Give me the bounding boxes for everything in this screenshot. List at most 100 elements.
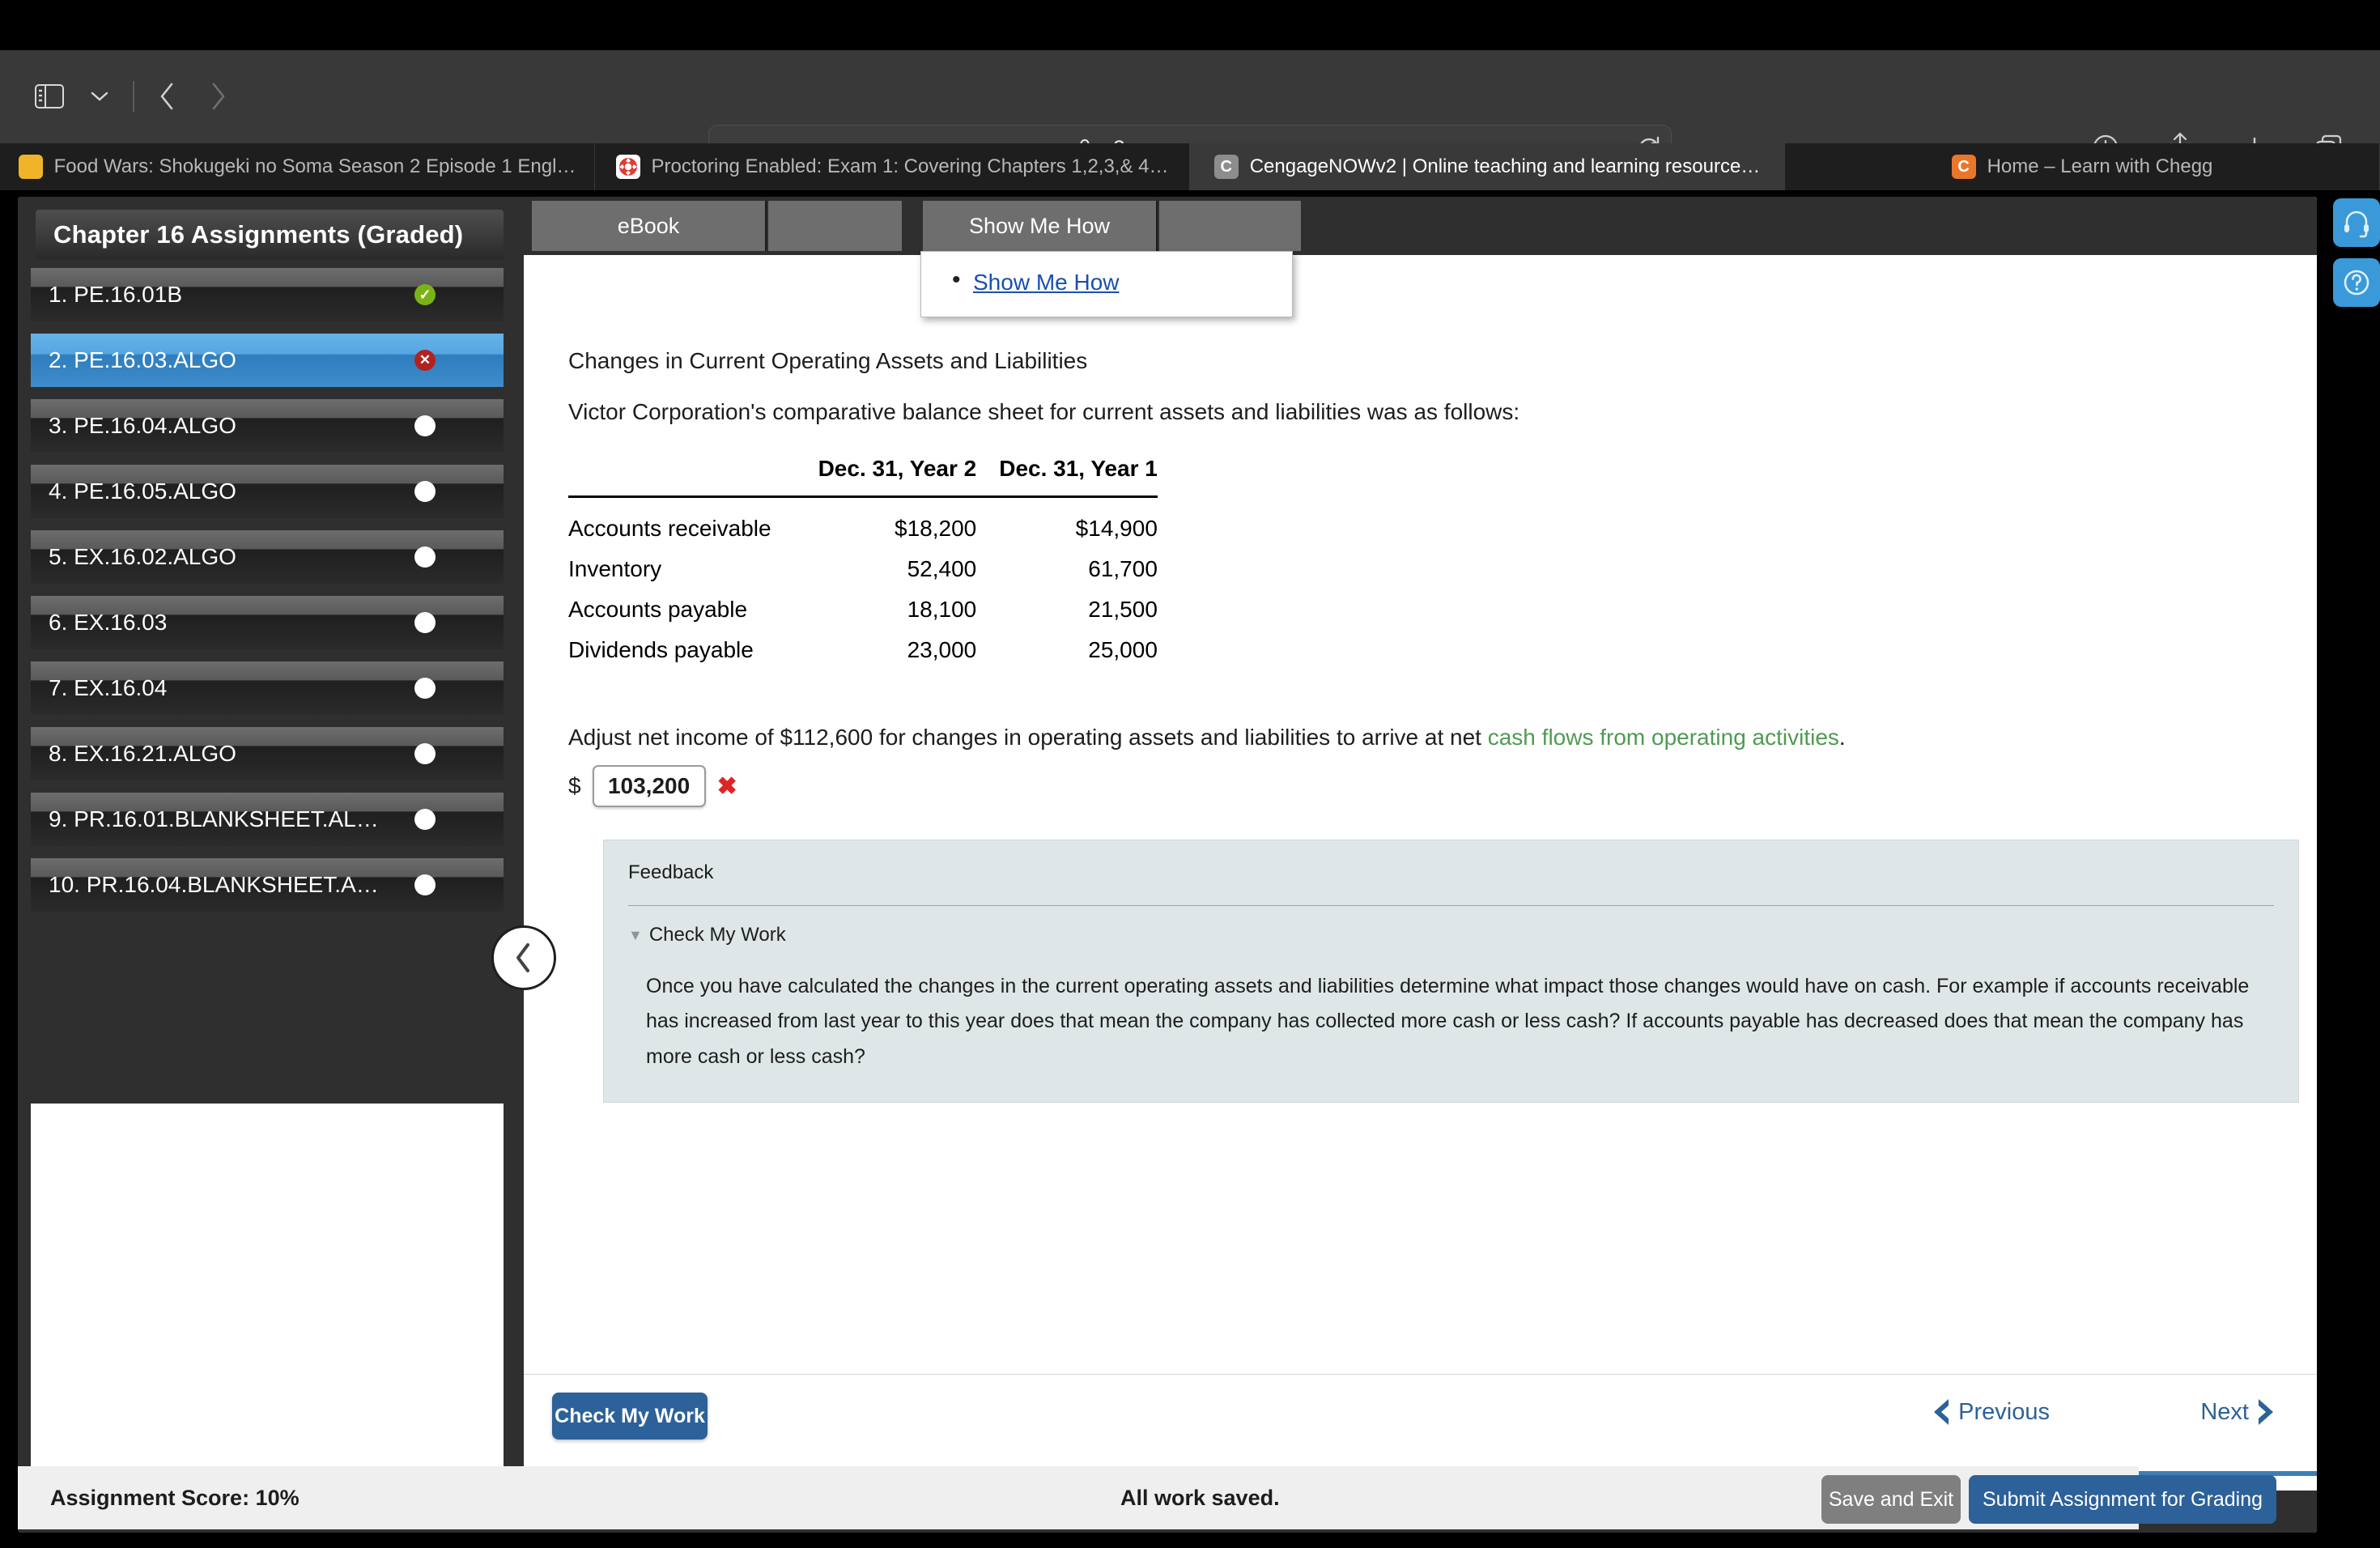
previous-label: Previous <box>1958 1398 2050 1425</box>
sidebar-item-label: 4. PE.16.05.ALGO <box>49 478 236 504</box>
back-icon[interactable] <box>142 71 193 121</box>
sidebar-item-1[interactable]: 1. PE.16.01B ✓ <box>31 268 504 321</box>
sidebar-item-label: 3. PE.16.04.ALGO <box>49 413 236 438</box>
sidebar-item-8[interactable]: 8. EX.16.21.ALGO <box>31 727 504 780</box>
tab-show-me-how-extra[interactable] <box>1159 201 1301 251</box>
row-label: Accounts payable <box>568 596 748 622</box>
show-me-how-link[interactable]: Show Me How <box>973 270 1120 295</box>
row-year2: 52,400 <box>907 555 977 581</box>
adjust-text-after: . <box>1838 725 1846 750</box>
chevron-left-icon[interactable] <box>491 925 556 990</box>
balance-sheet-table: Dec. 31, Year 2 Dec. 31, Year 1 Accounts… <box>568 456 1158 670</box>
feedback-panel: Feedback ▼ Check My Work Once you have c… <box>603 840 2299 1103</box>
headset-support-icon[interactable] <box>2333 198 2380 247</box>
chegg-icon: C <box>1951 155 1976 179</box>
save-and-exit-button[interactable]: Save and Exit <box>1821 1475 1961 1524</box>
assignment-status-bar: Assignment Score: 10% All work saved. <box>18 1466 2139 1529</box>
sidebar-item-10[interactable]: 10. PR.16.04.BLANKSHEET.A… <box>31 858 504 912</box>
dollar-sign: $ <box>568 773 581 798</box>
proctoring-icon <box>615 155 640 179</box>
caret-down-icon: ▼ <box>628 926 643 943</box>
forward-icon[interactable] <box>193 71 243 121</box>
question-title: Changes in Current Operating Assets and … <box>568 348 1088 373</box>
browser-tab-label: Proctoring Enabled: Exam 1: Covering Cha… <box>651 155 1169 177</box>
sidebar-item-5[interactable]: 5. EX.16.02.ALGO <box>31 530 504 584</box>
answer-input[interactable]: 103,200 <box>592 765 706 807</box>
show-me-how-dropdown: Show Me How <box>920 251 1293 317</box>
browser-tab-3[interactable]: C Home – Learn with Chegg <box>1785 143 2380 190</box>
row-year1: 21,500 <box>1088 596 1158 622</box>
assignment-item-list: 1. PE.16.01B ✓ 2. PE.16.03.ALGO ✕ 3. PE.… <box>31 268 504 924</box>
table-row: Accounts receivable $18,200 $14,900 <box>568 496 1158 549</box>
sidebar-item-label: 5. EX.16.02.ALGO <box>49 544 236 569</box>
content-tab-bar: eBook Show Me How <box>524 197 2317 255</box>
sidebar-item-label: 2. PE.16.03.ALGO <box>49 347 236 372</box>
browser-window: v2.cengagenow.com <box>0 0 2380 1548</box>
browser-tab-label: CengageNOWv2 | Online teaching and learn… <box>1249 155 1761 177</box>
question-panel: eBook Show Me How Show Me How Changes in… <box>524 197 2317 1533</box>
browser-toolbar: v2.cengagenow.com <box>0 50 2380 172</box>
row-label: Inventory <box>568 555 662 581</box>
tab-ebook[interactable]: eBook <box>532 201 767 251</box>
question-footer: Check My Work Previous Next <box>524 1374 2317 1471</box>
cash-flows-link[interactable]: cash flows from operating activities <box>1488 725 1839 750</box>
sidebar-item-3[interactable]: 3. PE.16.04.ALGO <box>31 399 504 453</box>
sidebar-item-label: 7. EX.16.04 <box>49 675 168 700</box>
next-button[interactable]: Next <box>2200 1397 2275 1427</box>
table-row: Dividends payable 23,000 25,000 <box>568 630 1158 670</box>
sidebar-item-2[interactable]: 2. PE.16.03.ALGO ✕ <box>31 334 504 387</box>
row-year1: $14,900 <box>1075 515 1158 541</box>
status-blank-icon <box>414 481 436 502</box>
check-my-work-toggle[interactable]: ▼ Check My Work <box>628 924 2274 946</box>
submit-assignment-button[interactable]: Submit Assignment for Grading <box>1969 1475 2276 1524</box>
tab-show-me-how[interactable]: Show Me How <box>923 201 1158 251</box>
feedback-divider <box>628 905 2274 906</box>
row-year2: 18,100 <box>907 596 977 622</box>
sidebar-item-label: 6. EX.16.03 <box>49 610 168 635</box>
assignment-score: Assignment Score: 10% <box>50 1485 300 1510</box>
adjust-instruction: Adjust net income of $112,600 for change… <box>568 725 1846 751</box>
browser-tab-2[interactable]: C CengageNOWv2 | Online teaching and lea… <box>1190 143 1785 190</box>
table-row: Accounts payable 18,100 21,500 <box>568 589 1158 630</box>
answer-row: $ 103,200 ✖ <box>568 765 737 807</box>
cengage-app: Chapter 16 Assignments (Graded) 1. PE.16… <box>18 197 2317 1533</box>
check-my-work-button[interactable]: Check My Work <box>552 1393 708 1440</box>
status-blank-icon <box>414 415 436 436</box>
title-bar <box>0 0 2380 50</box>
question-intro: Victor Corporation's comparative balance… <box>568 399 1520 424</box>
previous-button[interactable]: Previous <box>1932 1397 2050 1427</box>
status-blank-icon <box>414 678 436 699</box>
browser-tab-1[interactable]: Proctoring Enabled: Exam 1: Covering Cha… <box>595 143 1190 190</box>
sidebar-item-4[interactable]: 4. PE.16.05.ALGO <box>31 465 504 518</box>
toolbar-divider <box>133 81 134 112</box>
status-wrong-icon: ✕ <box>414 350 436 371</box>
row-label: Dividends payable <box>568 636 754 662</box>
tab-ebook-extra[interactable] <box>768 201 902 251</box>
support-rail <box>2333 198 2380 318</box>
assignment-sidebar: Chapter 16 Assignments (Graded) 1. PE.16… <box>18 197 520 1533</box>
row-year1: 61,700 <box>1088 555 1158 581</box>
check-my-work-label: Check My Work <box>648 924 786 946</box>
sidebar-item-6[interactable]: 6. EX.16.03 <box>31 596 504 649</box>
row-year2: 23,000 <box>907 636 977 662</box>
tab-strip: Food Wars: Shokugeki no Soma Season 2 Ep… <box>0 143 2380 190</box>
browser-tab-0[interactable]: Food Wars: Shokugeki no Soma Season 2 Ep… <box>0 143 595 190</box>
question-help-icon[interactable] <box>2333 258 2380 307</box>
browser-tab-label: Food Wars: Shokugeki no Soma Season 2 Ep… <box>53 155 576 177</box>
row-year1: 25,000 <box>1088 636 1158 662</box>
table-row: Inventory 52,400 61,700 <box>568 549 1158 589</box>
next-label: Next <box>2200 1398 2249 1425</box>
table-header-blank <box>568 456 796 493</box>
status-blank-icon <box>414 809 436 830</box>
table-header-year2: Dec. 31, Year 2 <box>818 456 977 481</box>
chevron-left-icon <box>1934 1399 1949 1425</box>
chevron-down-icon[interactable] <box>74 71 125 121</box>
sidebar-item-7[interactable]: 7. EX.16.04 <box>31 661 504 715</box>
sidebar-icon[interactable] <box>24 71 74 121</box>
watch-anime-icon <box>18 155 43 179</box>
browser-tab-label: Home – Learn with Chegg <box>1987 155 2213 177</box>
dropdown-list-item: Show Me How <box>921 266 1292 296</box>
sidebar-item-9[interactable]: 9. PR.16.01.BLANKSHEET.AL… <box>31 793 504 846</box>
incorrect-mark-icon: ✖ <box>716 772 737 800</box>
chevron-right-icon <box>2259 1399 2273 1425</box>
